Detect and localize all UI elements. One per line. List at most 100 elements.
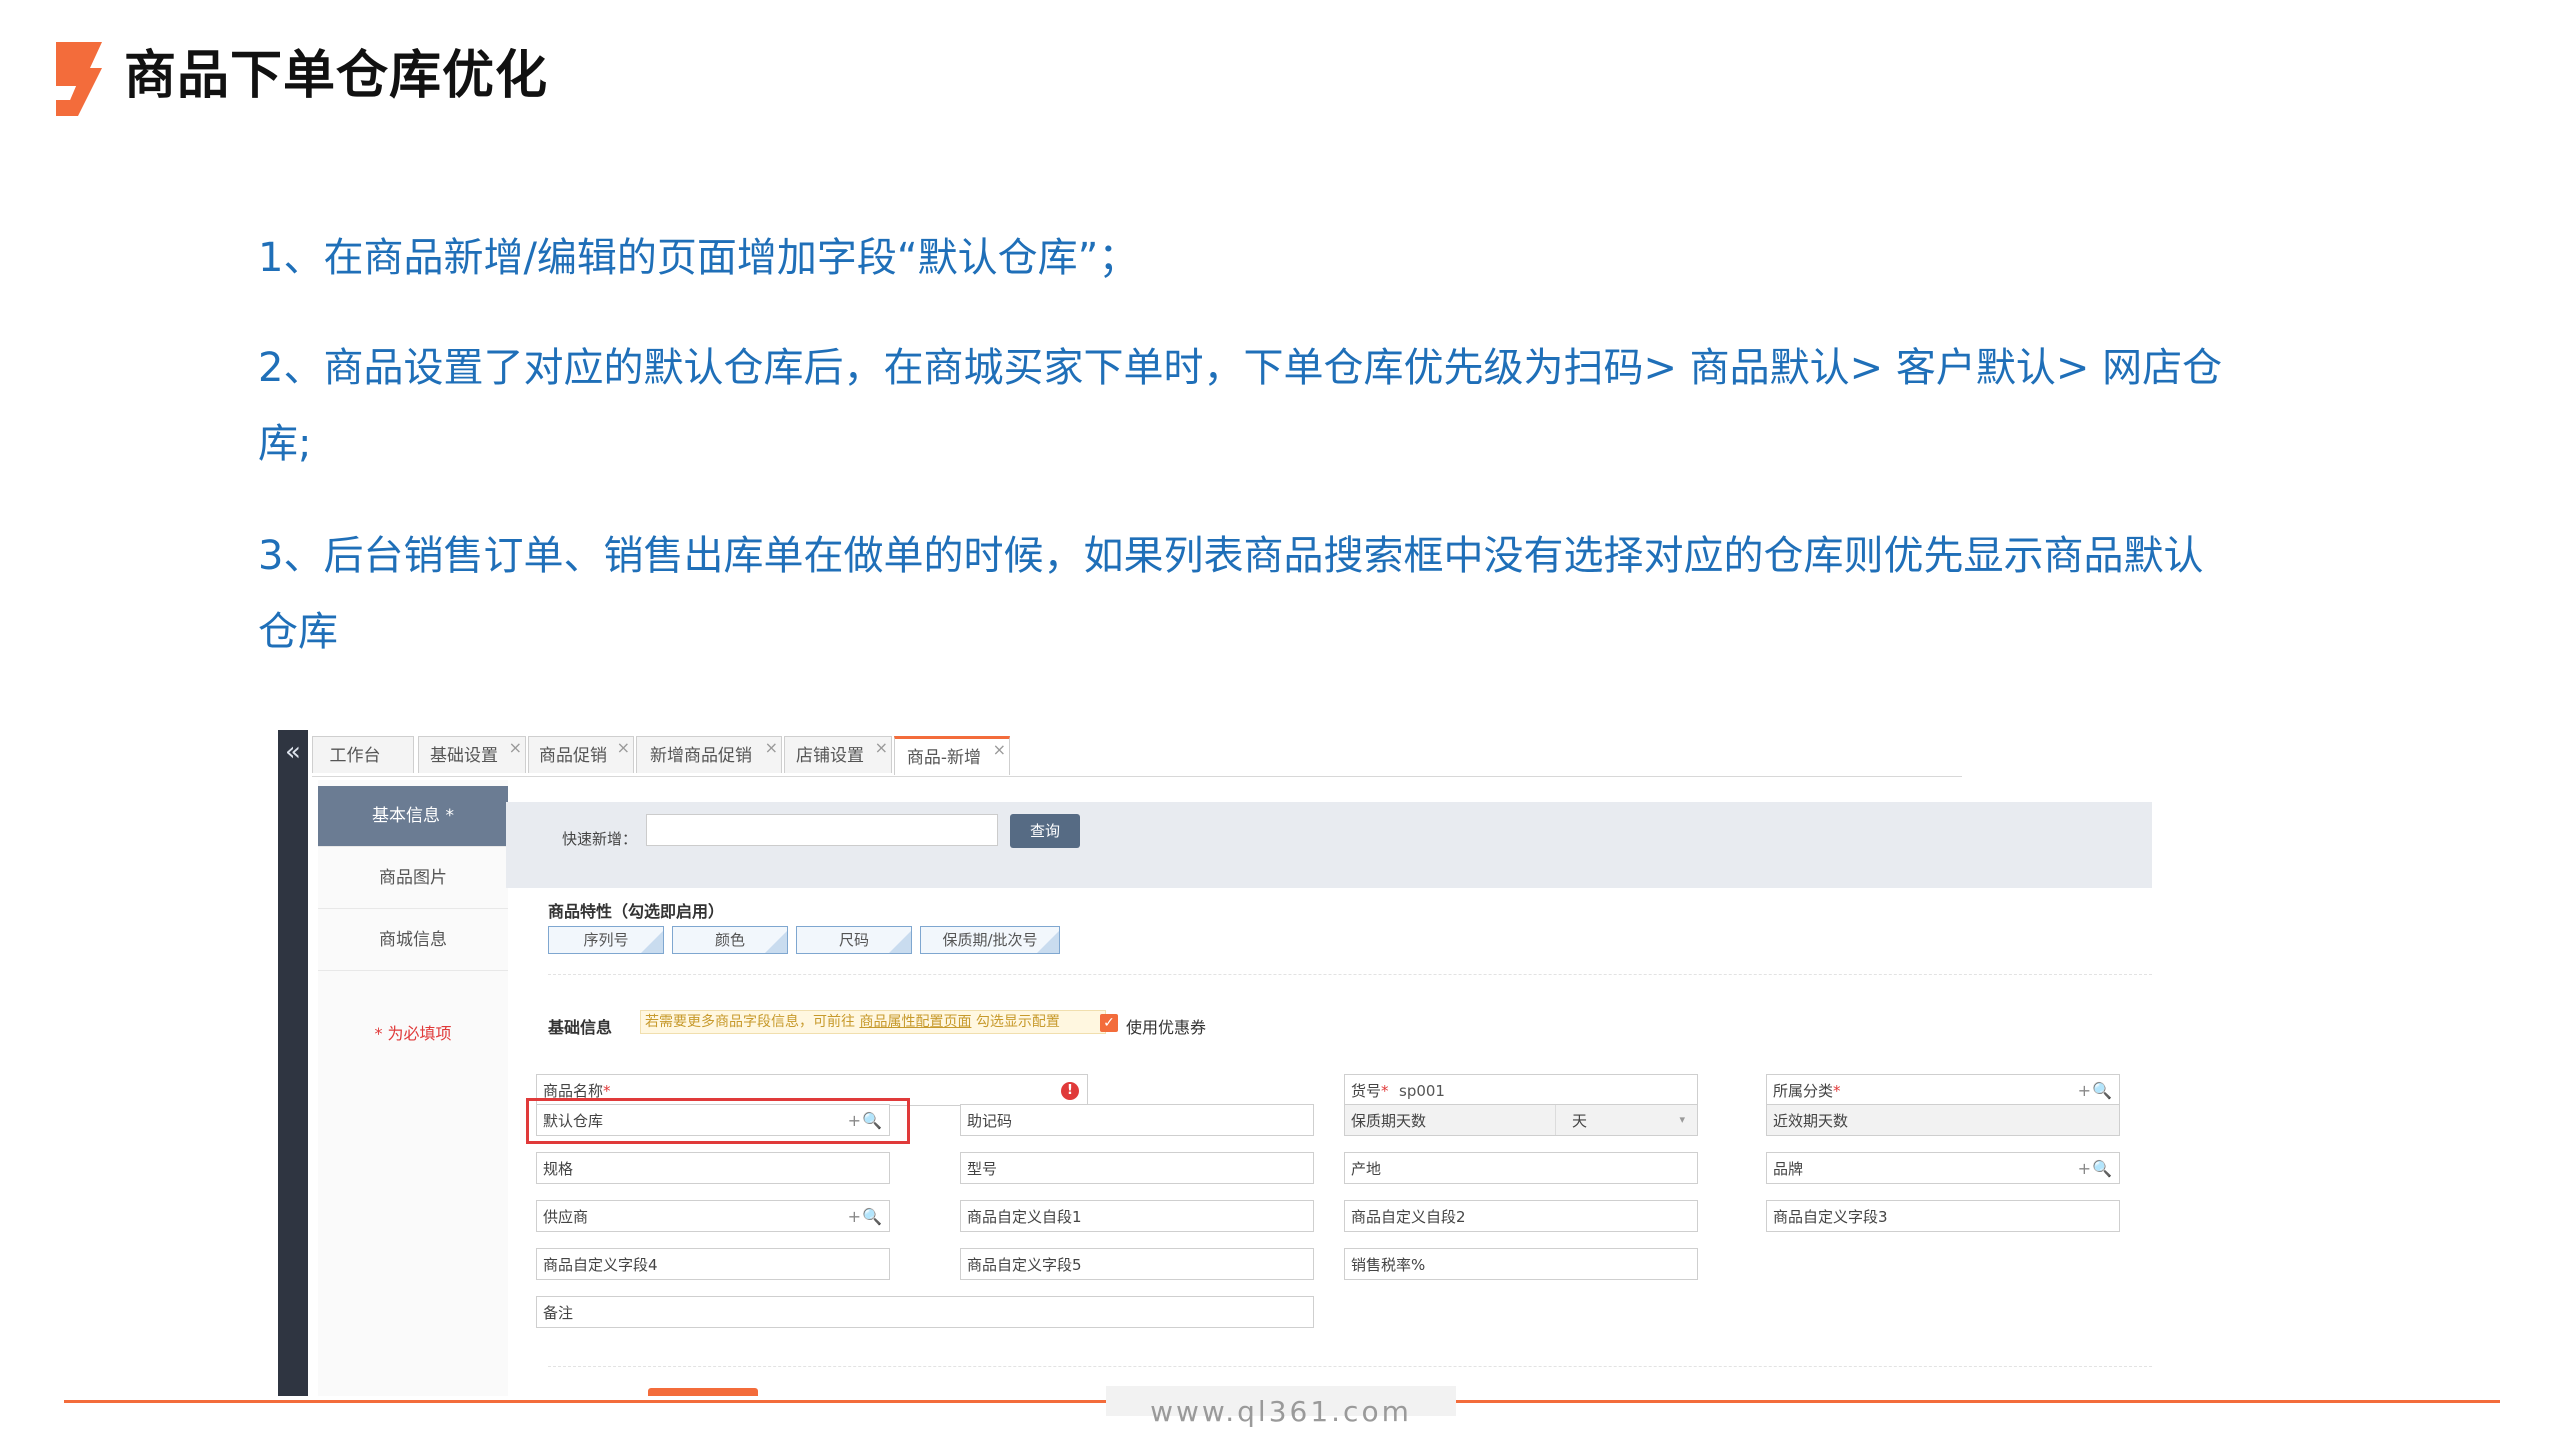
field-label: 近效期天数 bbox=[1773, 1112, 1849, 1130]
custom-field-2[interactable]: 商品自定义自段2 bbox=[1344, 1200, 1698, 1232]
field-label: 商品自定义自段1 bbox=[967, 1208, 1082, 1226]
attr-tag-label: 颜色 bbox=[714, 931, 745, 949]
required-star: * bbox=[1381, 1082, 1389, 1100]
attr-tag-shelf-batch[interactable]: 保质期/批次号 bbox=[920, 926, 1060, 954]
field-config-link[interactable]: 商品属性配置页面 bbox=[859, 1014, 971, 1030]
spec-field[interactable]: 规格 bbox=[536, 1152, 890, 1184]
required-star: * bbox=[1833, 1082, 1841, 1100]
product-form-screenshot: « 工作台 基础设置 × 商品促销 × 新增商品促销 × 店铺设置 × 商品-新… bbox=[278, 730, 2198, 1396]
tab-workbench[interactable]: 工作台 bbox=[312, 736, 414, 773]
chevron-down-icon: ▾ bbox=[1679, 1113, 1685, 1126]
use-coupon-checkbox[interactable]: ✓ bbox=[1100, 1014, 1118, 1032]
footer-url: www.ql361.com bbox=[1150, 1395, 1412, 1428]
mnemonic-code-field[interactable]: 助记码 bbox=[960, 1104, 1314, 1136]
tab-close-icon[interactable]: × bbox=[509, 730, 522, 767]
hint-prefix: 若需要更多商品字段信息，可前往 bbox=[645, 1014, 855, 1030]
field-label: 商品自定义字段3 bbox=[1773, 1208, 1888, 1226]
nav-item-basic-info[interactable]: 基本信息 * bbox=[318, 786, 508, 847]
field-label: 销售税率% bbox=[1351, 1256, 1426, 1274]
tab-basic-settings[interactable]: 基础设置 × bbox=[418, 736, 526, 773]
attr-tag-label: 尺码 bbox=[838, 931, 869, 949]
collapse-menu-icon[interactable]: « bbox=[278, 738, 308, 766]
field-label: 商品自定义字段5 bbox=[967, 1256, 1082, 1274]
tab-new-promotion[interactable]: 新增商品促销 × bbox=[636, 736, 782, 773]
tab-close-icon[interactable]: × bbox=[617, 730, 630, 767]
unit-value: 天 bbox=[1572, 1112, 1588, 1130]
tab-close-icon[interactable]: × bbox=[993, 731, 1006, 769]
origin-field[interactable]: 产地 bbox=[1344, 1152, 1698, 1184]
attr-tag-label: 序列号 bbox=[583, 931, 629, 949]
query-button[interactable]: 查询 bbox=[1010, 814, 1080, 848]
tab-product-promotion[interactable]: 商品促销 × bbox=[528, 736, 634, 773]
field-label: 保质期天数 bbox=[1351, 1112, 1427, 1130]
left-collapse-strip bbox=[278, 730, 308, 1396]
sales-tax-rate-field[interactable]: 销售税率% bbox=[1344, 1248, 1698, 1280]
field-label: 品牌 bbox=[1773, 1160, 1804, 1178]
tab-label: 新增商品促销 bbox=[650, 746, 752, 766]
bullet-point-3: 3、后台销售订单、销售出库单在做单的时候，如果列表商品搜索框中没有选择对应的仓库… bbox=[258, 533, 2204, 655]
add-search-icon[interactable]: +🔍 bbox=[2078, 1153, 2113, 1185]
tab-close-icon[interactable]: × bbox=[765, 730, 778, 767]
category-field[interactable]: 所属分类* +🔍 bbox=[1766, 1074, 2120, 1106]
attr-tag-color[interactable]: 颜色 bbox=[672, 926, 788, 954]
field-label: 助记码 bbox=[967, 1112, 1013, 1130]
remark-field[interactable]: 备注 bbox=[536, 1296, 1314, 1328]
corner-fold-icon bbox=[1036, 930, 1059, 953]
section-divider bbox=[548, 1366, 2152, 1367]
field-label: 商品自定义自段2 bbox=[1351, 1208, 1466, 1226]
attr-tag-size[interactable]: 尺码 bbox=[796, 926, 912, 954]
add-search-icon[interactable]: +🔍 bbox=[2078, 1075, 2113, 1107]
custom-field-5[interactable]: 商品自定义字段5 bbox=[960, 1248, 1314, 1280]
tab-label: 店铺设置 bbox=[796, 746, 864, 766]
field-label: 规格 bbox=[543, 1160, 574, 1178]
nav-item-mall-info[interactable]: 商城信息 bbox=[318, 910, 508, 971]
hint-suffix: 勾选显示配置 bbox=[975, 1014, 1060, 1030]
tab-store-settings[interactable]: 店铺设置 × bbox=[784, 736, 892, 773]
quick-add-input[interactable] bbox=[646, 814, 998, 846]
use-coupon-label: 使用优惠券 bbox=[1126, 1018, 1207, 1037]
shelf-life-unit-select[interactable]: 天 ▾ bbox=[1555, 1105, 1695, 1135]
required-fields-note: * 为必填项 bbox=[374, 1024, 452, 1043]
attr-tag-label: 保质期/批次号 bbox=[942, 931, 1038, 949]
corner-fold-icon bbox=[888, 930, 911, 953]
sku-value: sp001 bbox=[1399, 1082, 1445, 1100]
tab-close-icon[interactable]: × bbox=[875, 730, 888, 767]
field-label: 商品自定义字段4 bbox=[543, 1256, 658, 1274]
custom-field-1[interactable]: 商品自定义自段1 bbox=[960, 1200, 1314, 1232]
field-label: 供应商 bbox=[543, 1208, 589, 1226]
supplier-field[interactable]: 供应商 +🔍 bbox=[536, 1200, 890, 1232]
custom-field-4[interactable]: 商品自定义字段4 bbox=[536, 1248, 890, 1280]
tab-label: 工作台 bbox=[329, 746, 381, 766]
error-icon: ! bbox=[1061, 1082, 1079, 1100]
section-divider bbox=[548, 974, 2152, 975]
bullet-point-1: 1、在商品新增/编辑的页面增加字段“默认仓库”； bbox=[258, 235, 1139, 281]
default-warehouse-highlight bbox=[526, 1098, 910, 1144]
near-expiry-field[interactable]: 近效期天数 bbox=[1766, 1104, 2120, 1136]
save-button[interactable] bbox=[648, 1388, 758, 1396]
attr-tag-serial[interactable]: 序列号 bbox=[548, 926, 664, 954]
corner-fold-icon bbox=[764, 930, 787, 953]
brand-field[interactable]: 品牌 +🔍 bbox=[1766, 1152, 2120, 1184]
slide-title: 商品下单仓库优化 bbox=[124, 46, 549, 106]
tab-product-new[interactable]: 商品-新增 × bbox=[894, 736, 1010, 775]
field-label: 所属分类* bbox=[1773, 1075, 1841, 1107]
field-config-hint: 若需要更多商品字段信息，可前往 商品属性配置页面 勾选显示配置 bbox=[640, 1010, 1106, 1034]
corner-fold-icon bbox=[640, 930, 663, 953]
bullet-point-2: 2、商品设置了对应的默认仓库后，在商城买家下单时，下单仓库优先级为扫码> 商品默… bbox=[258, 345, 2223, 467]
field-label: 产地 bbox=[1351, 1160, 1382, 1178]
add-search-icon[interactable]: +🔍 bbox=[848, 1201, 883, 1233]
field-label: 货号* bbox=[1351, 1075, 1389, 1107]
nav-item-product-images[interactable]: 商品图片 bbox=[318, 848, 508, 909]
field-label: 型号 bbox=[967, 1160, 998, 1178]
brand-logo-icon bbox=[56, 42, 102, 116]
tab-label: 商品促销 bbox=[539, 746, 607, 766]
model-field[interactable]: 型号 bbox=[960, 1152, 1314, 1184]
sku-field[interactable]: 货号* sp001 bbox=[1344, 1074, 1698, 1106]
attributes-section-title: 商品特性（勾选即启用） bbox=[548, 902, 725, 921]
shelf-life-field[interactable]: 保质期天数 天 ▾ bbox=[1344, 1104, 1698, 1136]
quick-add-label: 快速新增： bbox=[562, 830, 638, 848]
field-label: 备注 bbox=[543, 1304, 574, 1322]
tab-bar: 工作台 基础设置 × 商品促销 × 新增商品促销 × 店铺设置 × 商品-新增 … bbox=[312, 736, 1962, 777]
custom-field-3[interactable]: 商品自定义字段3 bbox=[1766, 1200, 2120, 1232]
field-label-text: 所属分类 bbox=[1773, 1082, 1834, 1100]
